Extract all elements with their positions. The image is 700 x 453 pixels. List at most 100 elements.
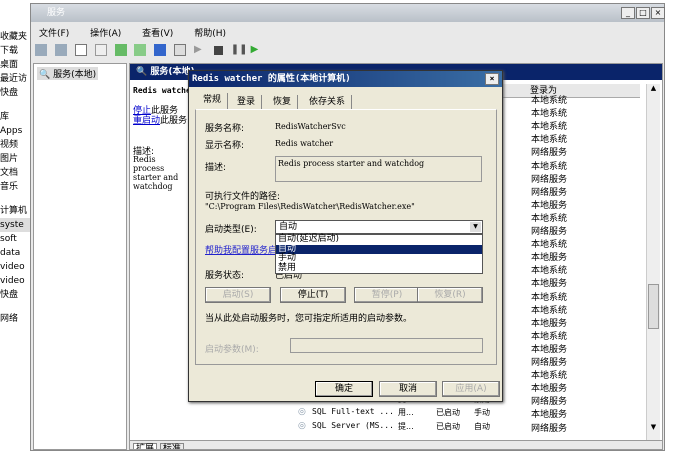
path-value: "C:\Program Files\RedisWatcher\RedisWatc… bbox=[205, 202, 415, 211]
logon-cell: 本地系统 bbox=[531, 240, 568, 251]
tab-logon[interactable]: 登录 bbox=[231, 95, 263, 109]
logon-cell: 本地服务 bbox=[531, 318, 568, 329]
logon-cell: 网络服务 bbox=[531, 187, 568, 198]
desc-text: Redis process starter and watchdog bbox=[133, 155, 179, 191]
vertical-scrollbar[interactable]: ▲ ▼ bbox=[646, 84, 660, 449]
menu-action[interactable]: 操作(A) bbox=[90, 29, 121, 39]
startup-type-select[interactable]: 自动 ▼ bbox=[275, 220, 483, 234]
option-auto[interactable]: 自动 bbox=[276, 244, 482, 254]
start-button[interactable]: 启动(S) bbox=[205, 287, 271, 303]
nav-item[interactable]: 计算机 bbox=[0, 204, 30, 218]
logon-cell: 网络服务 bbox=[531, 174, 568, 185]
tab-recovery[interactable]: 恢复 bbox=[267, 95, 299, 109]
pause-button[interactable]: 暂停(P) bbox=[354, 287, 420, 303]
close-button[interactable]: × bbox=[651, 7, 665, 19]
tab-extended[interactable]: 扩展 bbox=[133, 443, 158, 449]
service-name-cell: SQL Server (MS... bbox=[312, 420, 394, 430]
restart-service-link[interactable]: 重启动 bbox=[133, 116, 160, 126]
nav-item[interactable]: 库 bbox=[0, 110, 30, 124]
tab-standard[interactable]: 标准 bbox=[159, 443, 184, 449]
logon-cell: 本地系统 bbox=[531, 122, 568, 133]
logon-cell: 本地系统 bbox=[531, 213, 568, 224]
magnifier-icon: 🔍 bbox=[136, 67, 148, 77]
view-icon[interactable] bbox=[174, 44, 187, 56]
service-name-cell: SQL Full-text ... bbox=[312, 407, 394, 417]
nav-item[interactable]: 快盘 bbox=[0, 86, 30, 100]
nav-item[interactable]: 下载 bbox=[0, 44, 30, 58]
nav-item[interactable]: 图片 bbox=[0, 152, 30, 166]
toolbar: ▶ ❚❚ ▶ bbox=[35, 44, 268, 56]
table-row[interactable]: SQL Full-text ... 用... 已启动 手动 ◎ bbox=[298, 407, 528, 419]
view-tabs: 扩展 标准 bbox=[130, 440, 662, 449]
menu-file[interactable]: 文件(F) bbox=[39, 29, 69, 39]
menu-view[interactable]: 查看(V) bbox=[142, 29, 173, 39]
apply-button[interactable]: 应用(A) bbox=[442, 381, 500, 397]
stop-service-link[interactable]: 停止 bbox=[133, 106, 151, 116]
pause-icon[interactable]: ❚❚ bbox=[231, 44, 248, 56]
scroll-thumb[interactable] bbox=[648, 284, 659, 329]
minimize-button[interactable]: _ bbox=[621, 7, 635, 19]
table-row[interactable]: SQL Server (MS... 提... 已启动 自动 ◎ bbox=[298, 421, 528, 433]
dialog-title-bar: Redis watcher 的属性(本地计算机) × bbox=[189, 71, 502, 87]
cancel-button[interactable]: 取消 bbox=[379, 381, 437, 397]
params-input[interactable] bbox=[290, 338, 483, 353]
menu-help[interactable]: 帮助(H) bbox=[194, 29, 226, 39]
nav-item[interactable]: Apps bbox=[0, 124, 30, 138]
scroll-down-arrow[interactable]: ▼ bbox=[647, 423, 660, 435]
nav-item[interactable]: 最近访 bbox=[0, 72, 30, 86]
nav-item[interactable]: data bbox=[0, 246, 30, 260]
startup-type-label: 启动类型(E): bbox=[205, 225, 257, 235]
stop-icon[interactable] bbox=[213, 45, 223, 55]
nav-item[interactable]: 网络 bbox=[0, 312, 30, 326]
play-icon[interactable]: ▶ bbox=[194, 44, 206, 56]
logon-cell: 本地服务 bbox=[531, 253, 568, 264]
nav-item[interactable]: 收藏夹 bbox=[0, 30, 30, 44]
back-icon[interactable] bbox=[35, 44, 47, 56]
nav-item[interactable]: video bbox=[0, 274, 30, 288]
show-tree-icon[interactable] bbox=[74, 44, 87, 56]
option-auto-delayed[interactable]: 自动(延迟启动) bbox=[276, 234, 482, 245]
help-icon[interactable] bbox=[154, 44, 167, 56]
forward-icon[interactable] bbox=[54, 44, 67, 56]
maximize-button[interactable]: □ bbox=[636, 7, 650, 19]
nav-item[interactable]: soft bbox=[0, 232, 30, 246]
restart-icon[interactable]: ▶ bbox=[251, 44, 263, 56]
startup-type-value: 自动 bbox=[279, 222, 298, 232]
tab-general[interactable]: 常规 bbox=[197, 93, 229, 109]
params-hint: 当从此处启动服务时，您可指定所适用的启动参数。 bbox=[205, 314, 413, 324]
service-title: Redis watcher bbox=[133, 86, 196, 95]
logon-cell: 本地系统 bbox=[531, 109, 568, 120]
nav-item[interactable]: video bbox=[0, 260, 30, 274]
service-status-cell: 已启动 bbox=[436, 408, 460, 418]
nav-item[interactable]: 文档 bbox=[0, 166, 30, 180]
title-bar: 服务 _ □ × bbox=[31, 4, 665, 22]
dialog-close-button[interactable]: × bbox=[485, 73, 499, 85]
service-startup-cell: 自动 bbox=[474, 421, 490, 431]
service-actions: 停止此服务 重启动此服务 bbox=[133, 106, 187, 126]
logon-cell: 网络服务 bbox=[531, 227, 568, 237]
column-header-logon[interactable]: 登录为 bbox=[500, 84, 640, 98]
nav-item[interactable]: syste bbox=[0, 218, 30, 232]
logon-cell: 本地服务 bbox=[531, 344, 568, 355]
option-disabled[interactable]: 禁用 bbox=[276, 263, 482, 274]
display-name-value: Redis watcher bbox=[275, 139, 334, 148]
chevron-down-icon[interactable]: ▼ bbox=[470, 222, 481, 232]
ok-button[interactable]: 确定 bbox=[315, 381, 373, 397]
tree-item-services-local[interactable]: 🔍 服务(本地) bbox=[37, 67, 99, 80]
properties-icon[interactable] bbox=[94, 44, 107, 56]
nav-item[interactable]: 桌面 bbox=[0, 58, 30, 72]
scroll-up-arrow[interactable]: ▲ bbox=[647, 84, 660, 98]
logon-cell: 本地服务 bbox=[531, 279, 568, 290]
stop-button[interactable]: 停止(T) bbox=[280, 287, 346, 303]
resume-button[interactable]: 恢复(R) bbox=[417, 287, 483, 303]
tree-pane: 🔍 服务(本地) bbox=[33, 63, 127, 450]
tab-dependencies[interactable]: 依存关系 bbox=[303, 95, 353, 109]
nav-item[interactable]: 快盘 bbox=[0, 288, 30, 302]
export-icon[interactable] bbox=[134, 44, 147, 56]
refresh-icon[interactable] bbox=[114, 44, 127, 56]
explorer-nav: 收藏夹 下载 桌面 最近访 快盘 库 Apps 视频 图片 文档 音乐 计算机 … bbox=[0, 30, 30, 326]
nav-item[interactable]: 视频 bbox=[0, 138, 30, 152]
description-field[interactable]: Redis process starter and watchdog bbox=[275, 156, 482, 182]
option-manual[interactable]: 手动 bbox=[276, 253, 482, 264]
nav-item[interactable]: 音乐 bbox=[0, 180, 30, 194]
